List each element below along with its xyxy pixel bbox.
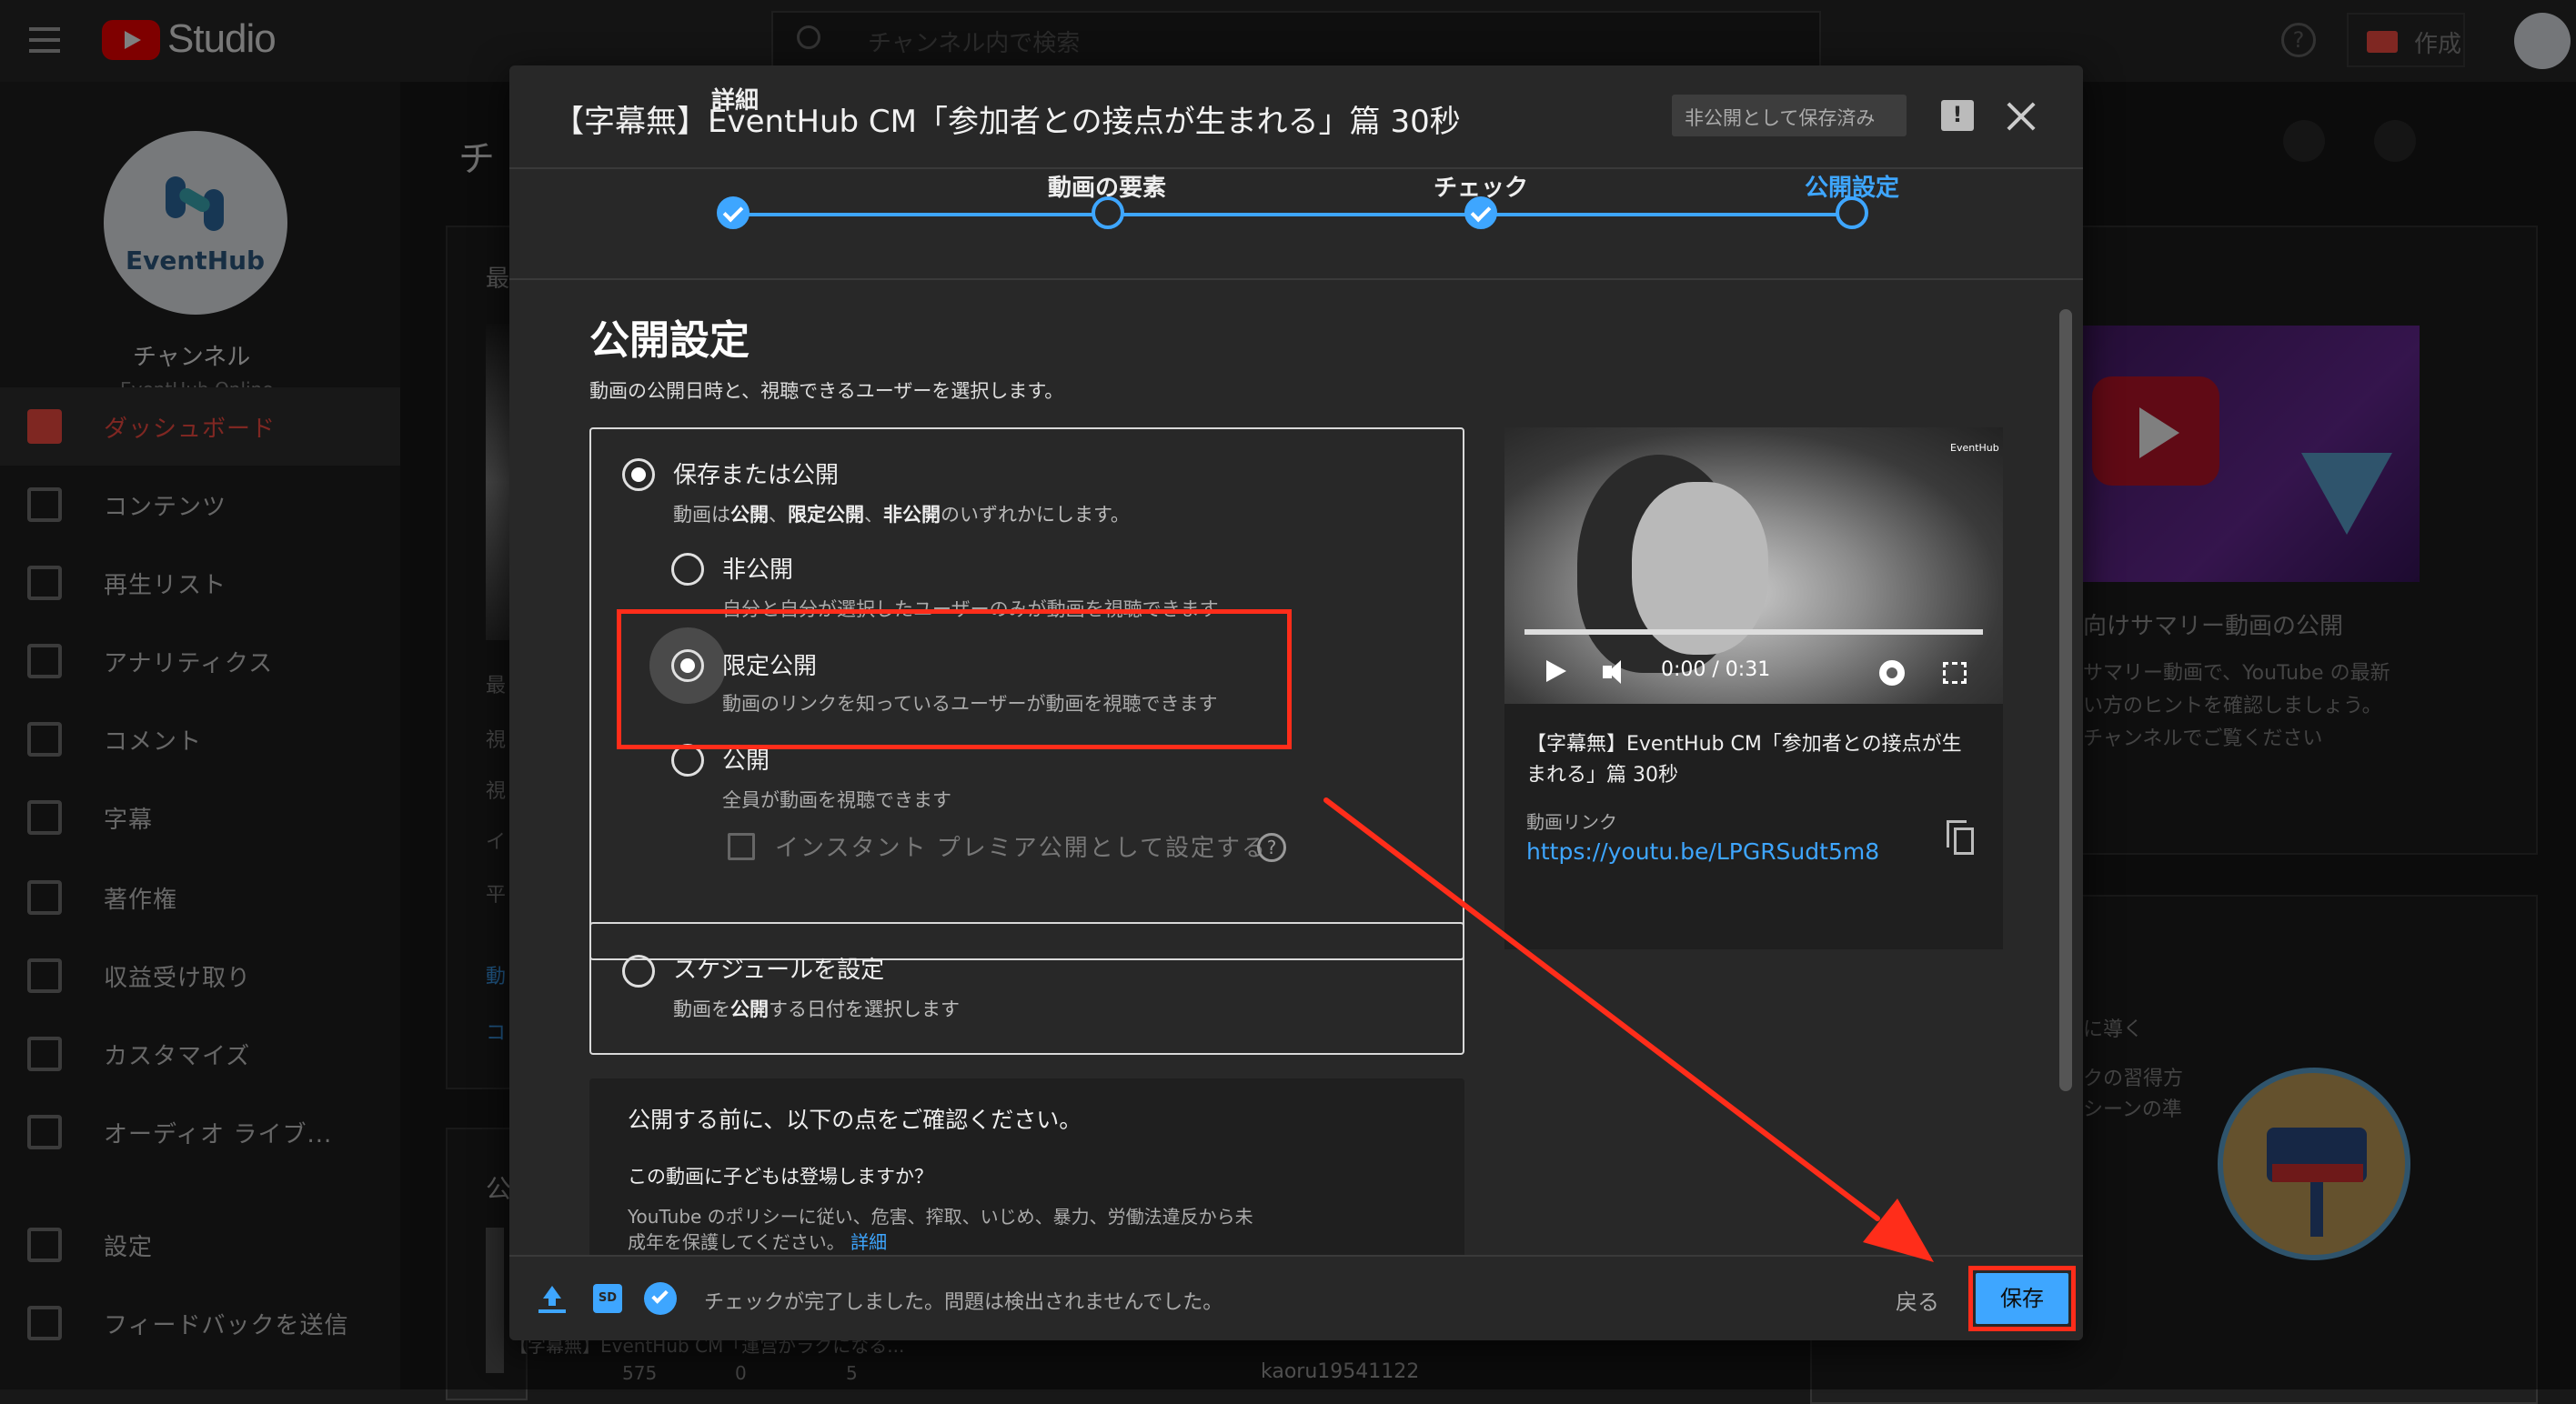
- annotation-arrow: [1323, 797, 1934, 1262]
- annotation-arrow-line: [1323, 797, 1880, 1221]
- annotation-arrow-head: [1863, 1198, 1934, 1262]
